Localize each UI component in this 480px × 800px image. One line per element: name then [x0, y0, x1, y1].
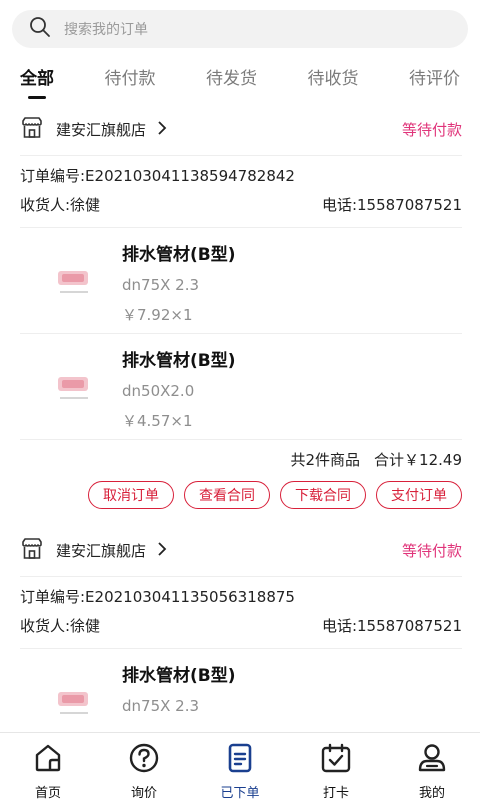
- product-spec: dn75X 2.3: [122, 276, 200, 294]
- shop-header[interactable]: 建安汇旗舰店 等待付款: [20, 104, 462, 156]
- store-icon: [20, 116, 56, 144]
- order-number-text: 订单编号:E202103041135056318875: [20, 588, 295, 606]
- tab-pending-review[interactable]: 待评价: [409, 58, 460, 102]
- document-icon: [223, 741, 257, 779]
- tabbar-home[interactable]: 首页: [0, 733, 96, 800]
- item-count: 共2件商品: [290, 451, 361, 469]
- order-number: 订单编号:E202103041135056318875: [20, 582, 462, 611]
- calendar-check-icon: [319, 741, 353, 779]
- product-item[interactable]: 排水管材(B型) dn75X 2.3 ￥7.92×1: [20, 227, 462, 333]
- order-number-text: 订单编号:E202103041138594782842: [20, 167, 295, 185]
- tab-pending-payment[interactable]: 待付款: [105, 58, 156, 102]
- tabbar-label: 首页: [34, 786, 61, 800]
- shop-header[interactable]: 建安汇旗舰店 等待付款: [20, 525, 462, 577]
- product-item[interactable]: 排水管材(B型) dn50X2.0 ￥4.57×1: [20, 333, 462, 439]
- search-bar[interactable]: 搜索我的订单: [12, 10, 468, 48]
- receiver-phone: 电话:15587087521: [321, 196, 462, 214]
- order-number: 订单编号:E202103041138594782842: [20, 161, 462, 190]
- product-price: ￥7.92×1: [122, 306, 193, 324]
- product-thumbnail: [34, 662, 114, 732]
- product-thumbnail: [34, 241, 114, 321]
- tabbar-label: 询价: [130, 786, 157, 800]
- product-item[interactable]: 排水管材(B型) dn75X 2.3: [20, 648, 462, 732]
- chevron-right-icon: [146, 541, 168, 560]
- shop-name: 建安汇旗舰店: [56, 542, 147, 560]
- chevron-right-icon: [146, 120, 168, 139]
- tab-pending-receipt[interactable]: 待收货: [308, 58, 359, 102]
- shop-name: 建安汇旗舰店: [56, 121, 147, 139]
- tabbar-orders[interactable]: 已下单: [192, 733, 288, 800]
- pay-order-button[interactable]: 支付订单: [376, 481, 462, 509]
- user-icon: [415, 741, 449, 779]
- product-spec: dn50X2.0: [122, 382, 195, 400]
- tab-all[interactable]: 全部: [20, 58, 54, 102]
- receiver-name: 收货人:徐健: [20, 617, 101, 635]
- search-input[interactable]: 搜索我的订单: [64, 19, 148, 39]
- receiver-name: 收货人:徐健: [20, 196, 101, 214]
- store-icon: [20, 537, 56, 565]
- bottom-tab-bar: 首页 询价 已下单 打卡 我的: [0, 732, 480, 800]
- product-spec: dn75X 2.3: [122, 697, 200, 715]
- tabbar-profile[interactable]: 我的: [384, 733, 480, 800]
- tabbar-checkin[interactable]: 打卡: [288, 733, 384, 800]
- cancel-order-button[interactable]: 取消订单: [88, 481, 174, 509]
- product-thumbnail: [34, 347, 114, 427]
- tabbar-label: 已下单: [220, 786, 260, 800]
- order-tabs: 全部 待付款 待发货 待收货 待评价: [0, 58, 480, 102]
- order-status: 等待付款: [401, 542, 462, 560]
- order-actions: 取消订单 查看合同 下载合同 支付订单: [20, 479, 462, 525]
- tab-pending-shipment[interactable]: 待发货: [206, 58, 257, 102]
- tabbar-inquiry[interactable]: 询价: [96, 733, 192, 800]
- order-list[interactable]: 建安汇旗舰店 等待付款 订单编号:E202103041138594782842 …: [0, 104, 480, 732]
- receiver-row: 收货人:徐健 电话:15587087521: [20, 611, 462, 640]
- product-title: 排水管材(B型): [122, 351, 236, 371]
- receiver-phone: 电话:15587087521: [321, 617, 462, 635]
- question-icon: [127, 741, 161, 779]
- receiver-row: 收货人:徐健 电话:15587087521: [20, 190, 462, 219]
- home-icon: [31, 741, 65, 779]
- tabbar-label: 我的: [418, 786, 445, 800]
- order-card: 建安汇旗舰店 等待付款 订单编号:E202103041135056318875 …: [0, 525, 480, 732]
- order-total: 合计￥12.49: [374, 451, 462, 469]
- product-price: [122, 721, 236, 732]
- search-icon: [28, 15, 52, 43]
- order-summary: 共2件商品 合计￥12.49: [20, 439, 462, 479]
- tabbar-label: 打卡: [322, 786, 349, 800]
- view-contract-button[interactable]: 查看合同: [184, 481, 270, 509]
- order-card: 建安汇旗舰店 等待付款 订单编号:E202103041138594782842 …: [0, 104, 480, 525]
- order-status: 等待付款: [401, 121, 462, 139]
- product-title: 排水管材(B型): [122, 245, 236, 265]
- product-title: 排水管材(B型): [122, 666, 236, 686]
- product-price: ￥4.57×1: [122, 412, 193, 430]
- download-contract-button[interactable]: 下载合同: [280, 481, 366, 509]
